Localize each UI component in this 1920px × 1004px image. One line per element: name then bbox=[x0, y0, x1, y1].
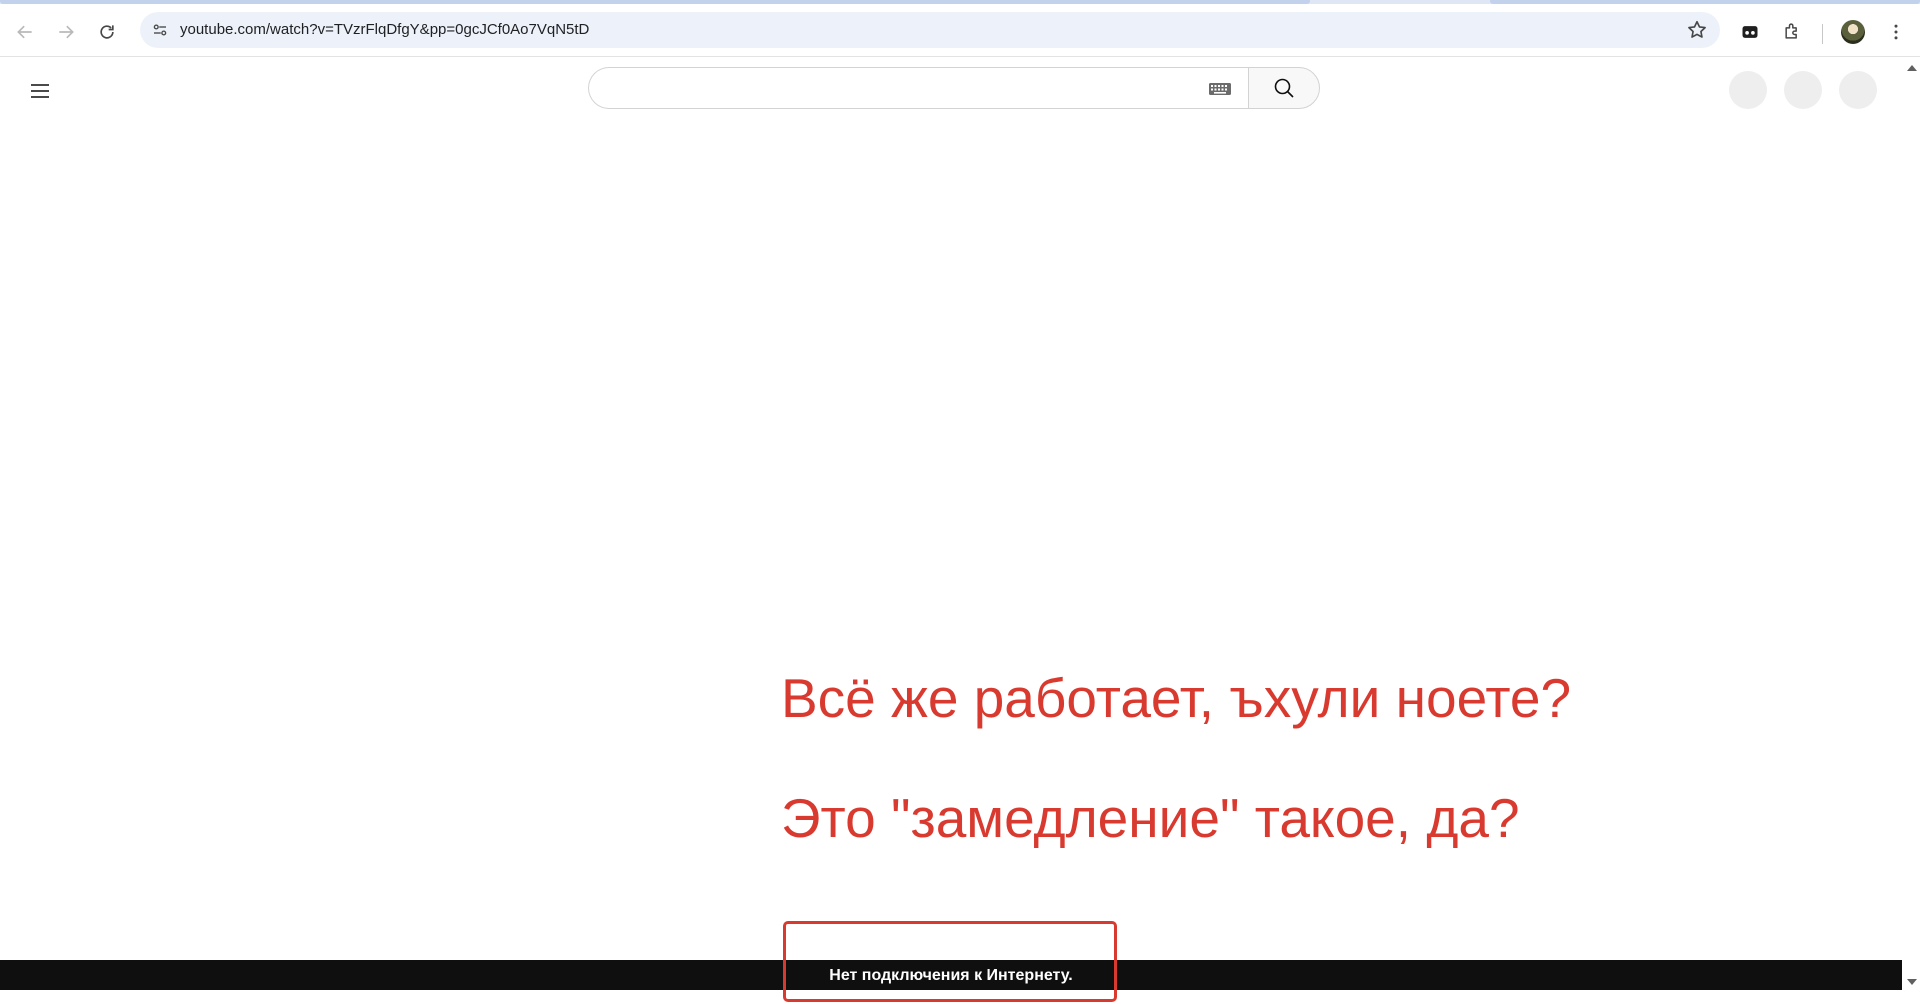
page-scrollbar[interactable] bbox=[1902, 57, 1920, 1004]
extensions-icon[interactable] bbox=[1778, 18, 1806, 46]
browser-toolbar: youtube.com/watch?v=TVzrFlqDfgY&pp=0gcJC… bbox=[0, 4, 1920, 57]
search-box[interactable] bbox=[588, 67, 1248, 109]
scroll-down-arrow[interactable] bbox=[1907, 979, 1917, 985]
address-bar[interactable]: youtube.com/watch?v=TVzrFlqDfgY&pp=0gcJC… bbox=[140, 12, 1720, 48]
site-settings-icon[interactable] bbox=[148, 18, 172, 42]
bookmark-star-icon[interactable] bbox=[1686, 19, 1708, 41]
scroll-up-arrow[interactable] bbox=[1907, 65, 1917, 71]
menu-icon bbox=[31, 84, 49, 98]
search-button[interactable] bbox=[1248, 67, 1320, 109]
header-button-placeholder[interactable] bbox=[1729, 71, 1767, 109]
back-icon bbox=[17, 25, 32, 39]
incognito-icon[interactable] bbox=[1736, 18, 1764, 46]
reload-button[interactable] bbox=[91, 16, 123, 48]
forward-icon bbox=[59, 25, 74, 39]
annotation-highlight-box bbox=[783, 921, 1117, 1002]
overlay-caption-line-2: Это "замедление" такое, да? bbox=[781, 787, 1520, 849]
header-button-placeholder[interactable] bbox=[1839, 71, 1877, 109]
search-icon bbox=[1274, 78, 1294, 98]
overlay-caption-line-1: Всё же работает, ъхули ноете? bbox=[781, 667, 1572, 729]
search-input[interactable] bbox=[609, 76, 1173, 104]
guide-menu-button[interactable] bbox=[24, 75, 56, 107]
reload-icon bbox=[100, 25, 114, 39]
toolbar-divider bbox=[1822, 24, 1823, 44]
keyboard-icon[interactable] bbox=[1208, 81, 1232, 97]
forward-button[interactable] bbox=[50, 16, 82, 48]
url-text[interactable]: youtube.com/watch?v=TVzrFlqDfgY&pp=0gcJC… bbox=[180, 21, 589, 38]
back-button[interactable] bbox=[9, 16, 41, 48]
profile-avatar[interactable] bbox=[1841, 20, 1865, 44]
youtube-page bbox=[0, 57, 1900, 1004]
search-bar bbox=[588, 67, 1320, 111]
more-menu-icon[interactable] bbox=[1882, 18, 1910, 46]
header-button-placeholder[interactable] bbox=[1784, 71, 1822, 109]
